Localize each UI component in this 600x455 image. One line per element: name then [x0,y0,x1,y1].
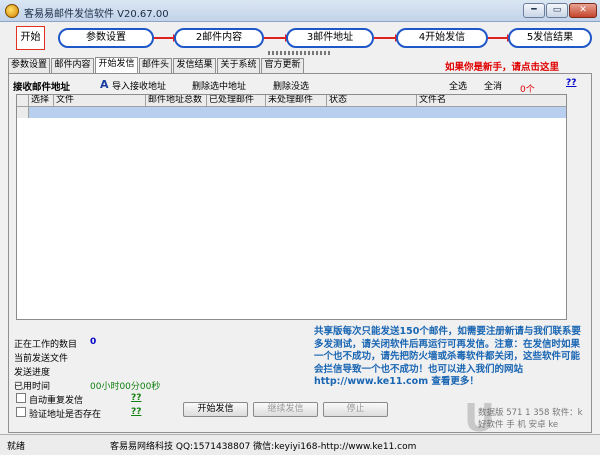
column-header-filename[interactable]: 文件名 [417,95,566,107]
delete-unselected-button[interactable]: 删除没选 [273,79,309,92]
continue-send-button[interactable]: 继续发信 [253,402,318,417]
info-notice: 共享版每次只能发送150个邮件，如需要注册新请与我们联系要多发测试，请关闭软件后… [314,326,581,387]
elapsed-time-value: 00小时00分00秒 [90,382,161,392]
step-arrow [154,34,178,42]
column-header-processed[interactable]: 已处理邮件 [207,95,266,107]
row-header-corner [17,95,29,107]
verify-address-label: 验证地址是否存在 [29,410,102,420]
elapsed-time-label: 已用时间 [14,382,51,392]
app-logo-icon [5,4,19,18]
clear-all-button[interactable]: 全消 [484,79,502,92]
step-arrow [374,34,400,42]
window-title: 客易易邮件发信软件 V20.67.00 [24,9,169,20]
start-step[interactable]: 开始 [16,26,45,50]
column-header-total[interactable]: 邮件地址总数 [146,95,207,107]
row-header [17,107,29,118]
section-title: 接收邮件地址 [13,82,71,93]
tab-send-result[interactable]: 发信结果 [173,58,216,73]
working-count-label: 正在工作的数目 [14,340,78,350]
tab-official-update[interactable]: 官方更新 [261,58,304,73]
close-button[interactable]: ✕ [569,3,597,18]
step-mail-address[interactable]: 3邮件地址 [286,28,374,48]
maximize-button[interactable]: ▭ [546,3,568,18]
current-file-label: 当前发送文件 [14,354,69,364]
auto-repeat-checkbox[interactable] [16,393,26,403]
watermark-line-1: 数据版 571 1 358 软件：k [478,408,583,418]
verify-address-checkbox[interactable] [16,407,26,417]
column-header-file[interactable]: 文件 [54,95,146,107]
start-send-button[interactable]: 开始发信 [183,402,248,417]
stop-button[interactable]: 停止 [323,402,388,417]
tab-about[interactable]: 关于系统 [217,58,260,73]
step-start-send[interactable]: 4开始发信 [396,28,488,48]
step-arrow [264,34,290,42]
minimize-button[interactable]: ━ [523,3,545,18]
help-link[interactable]: ?? [566,78,576,88]
table-header: 选择 文件 邮件地址总数 已处理邮件 未处理邮件 状态 文件名 [17,95,566,107]
address-table[interactable]: 选择 文件 邮件地址总数 已处理邮件 未处理邮件 状态 文件名 [16,94,567,320]
column-header-select[interactable]: 选择 [29,95,54,107]
auto-repeat-label: 自动重复发信 [29,396,84,406]
company-info: 客易易网络科技 QQ:1571438807 微信:keyiyi168-http:… [110,442,417,452]
watermark-line-2: 好软件 手 机 安卓 ke [478,420,559,430]
step-params[interactable]: 参数设置 [58,28,154,48]
status-bar: 就绪 客易易网络科技 QQ:1571438807 微信:keyiyi168-ht… [0,434,600,455]
delete-selected-button[interactable]: 删除选中地址 [192,79,246,92]
tab-mail-header[interactable]: 邮件头 [139,58,172,73]
import-address-button[interactable]: 导入接收地址 [112,79,166,92]
title-bar: 客易易邮件发信软件 V20.67.00 ━ ▭ ✕ [0,0,600,22]
progress-label: 发送进度 [14,368,51,378]
verify-address-help-link[interactable]: ?? [131,407,141,417]
working-count-value: 0 [90,337,97,347]
step-arrow [488,34,512,42]
step-send-result[interactable]: 5发信结果 [508,28,592,48]
splitter-grip[interactable] [268,51,332,55]
step-mail-content[interactable]: 2邮件内容 [174,28,264,48]
select-all-button[interactable]: 全选 [449,79,467,92]
table-row[interactable] [29,107,566,118]
tab-params[interactable]: 参数设置 [8,58,50,73]
import-icon: A [100,78,109,91]
status-text: 就绪 [7,442,26,452]
auto-repeat-help-link[interactable]: ?? [131,393,141,403]
column-header-status[interactable]: 状态 [327,95,417,107]
newbie-help-link[interactable]: 如果你是新手，请点击这里 [445,59,559,73]
column-header-unprocessed[interactable]: 未处理邮件 [266,95,327,107]
tab-mail-content[interactable]: 邮件内容 [51,58,94,73]
tab-start-send[interactable]: 开始发信 [95,57,138,73]
